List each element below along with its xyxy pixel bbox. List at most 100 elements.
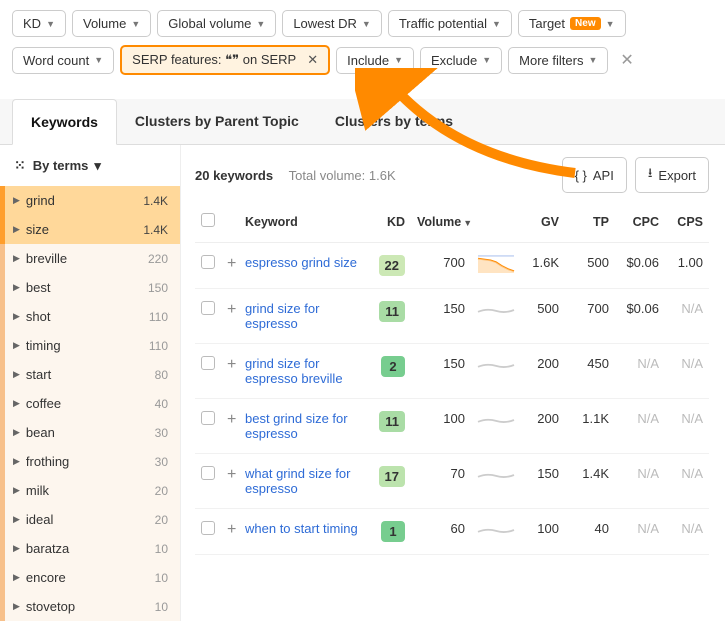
term-milk[interactable]: ▶milk20 <box>0 476 180 505</box>
chevron-right-icon: ▶ <box>13 369 20 380</box>
term-size[interactable]: ▶size1.4K <box>0 215 180 244</box>
keyword-link[interactable]: what grind size for espresso <box>245 466 351 496</box>
filter-lowest-dr[interactable]: Lowest DR▼ <box>282 10 382 37</box>
cell-cpc: N/A <box>615 344 665 399</box>
term-name: grind <box>26 193 143 208</box>
keyword-link[interactable]: best grind size for espresso <box>245 411 348 441</box>
term-best[interactable]: ▶best150 <box>0 273 180 302</box>
col-tp[interactable]: TP <box>565 203 615 243</box>
filter-label: Global volume <box>168 16 251 31</box>
cell-spark <box>471 399 515 454</box>
table-row: +when to start timing16010040N/AN/A <box>195 509 709 555</box>
total-volume: Total volume: 1.6K <box>289 168 396 183</box>
by-terms-selector[interactable]: ⁙ By terms ▾ <box>0 145 180 186</box>
expand-icon[interactable]: + <box>227 411 236 428</box>
term-baratza[interactable]: ▶baratza10 <box>0 534 180 563</box>
col-cpc[interactable]: CPC <box>615 203 665 243</box>
row-checkbox[interactable] <box>201 521 215 535</box>
term-coffee[interactable]: ▶coffee40 <box>0 389 180 418</box>
term-name: ideal <box>26 512 155 527</box>
col-gv[interactable]: GV <box>515 203 565 243</box>
by-terms-label: By terms <box>33 158 89 173</box>
keyword-link[interactable]: grind size for espresso breville <box>245 356 343 386</box>
term-bean[interactable]: ▶bean30 <box>0 418 180 447</box>
filter-target[interactable]: TargetNew▼ <box>518 10 626 37</box>
row-checkbox[interactable] <box>201 356 215 370</box>
keyword-link[interactable]: espresso grind size <box>245 255 357 270</box>
scatter-icon: ⁙ <box>14 157 27 174</box>
cell-cpc: $0.06 <box>615 289 665 344</box>
row-checkbox[interactable] <box>201 411 215 425</box>
filter-word-count[interactable]: Word count▼ <box>12 47 114 74</box>
cell-cpc: N/A <box>615 399 665 454</box>
expand-icon[interactable]: + <box>227 356 236 373</box>
filter-exclude[interactable]: Exclude▼ <box>420 47 502 74</box>
cell-spark <box>471 344 515 399</box>
chevron-right-icon: ▶ <box>13 601 20 612</box>
caret-down-icon: ▼ <box>46 19 55 29</box>
term-grind[interactable]: ▶grind1.4K <box>0 186 180 215</box>
api-button[interactable]: { } API <box>562 157 627 193</box>
tab-clusters-by-parent-topic[interactable]: Clusters by Parent Topic <box>117 99 317 144</box>
term-count: 220 <box>148 252 168 266</box>
term-shot[interactable]: ▶shot110 <box>0 302 180 331</box>
term-start[interactable]: ▶start80 <box>0 360 180 389</box>
expand-icon[interactable]: + <box>227 301 236 318</box>
keyword-link[interactable]: when to start timing <box>245 521 358 536</box>
term-encore[interactable]: ▶encore10 <box>0 563 180 592</box>
select-all-checkbox[interactable] <box>201 213 215 227</box>
term-name: best <box>26 280 148 295</box>
term-stovetop[interactable]: ▶stovetop10 <box>0 592 180 621</box>
filter-include[interactable]: Include▼ <box>336 47 414 74</box>
col-cps[interactable]: CPS <box>665 203 709 243</box>
col-volume[interactable]: Volume▼ <box>411 203 471 243</box>
filter-label: Traffic potential <box>399 16 487 31</box>
expand-icon[interactable]: + <box>227 521 236 538</box>
filter-traffic-potential[interactable]: Traffic potential▼ <box>388 10 512 37</box>
clear-filters[interactable]: ✕ <box>614 50 639 70</box>
filter-label: Word count <box>23 53 89 68</box>
expand-icon[interactable]: + <box>227 466 236 483</box>
cell-gv: 1.6K <box>515 243 565 289</box>
row-checkbox[interactable] <box>201 255 215 269</box>
sort-desc-icon: ▼ <box>463 218 472 228</box>
row-checkbox[interactable] <box>201 466 215 480</box>
keyword-link[interactable]: grind size for espresso <box>245 301 319 331</box>
chevron-right-icon: ▶ <box>13 340 20 351</box>
term-ideal[interactable]: ▶ideal20 <box>0 505 180 534</box>
tab-keywords[interactable]: Keywords <box>12 99 117 145</box>
filter-global-volume[interactable]: Global volume▼ <box>157 10 276 37</box>
cell-cpc: N/A <box>615 509 665 555</box>
caret-down-icon: ▼ <box>362 19 371 29</box>
export-button[interactable]: ⭳ Export <box>635 157 709 193</box>
braces-icon: { } <box>575 168 587 183</box>
filter-serp-features[interactable]: SERP features: ❝❞ on SERP✕ <box>120 45 330 75</box>
filter-label: Include <box>347 53 389 68</box>
cell-gv: 200 <box>515 344 565 399</box>
expand-icon[interactable]: + <box>227 255 236 272</box>
kd-pill: 17 <box>379 466 405 487</box>
row-checkbox[interactable] <box>201 301 215 315</box>
term-count: 10 <box>155 571 168 585</box>
cell-volume: 150 <box>411 289 471 344</box>
chevron-right-icon: ▶ <box>13 224 20 235</box>
filter-more-filters[interactable]: More filters▼ <box>508 47 608 74</box>
filter-kd[interactable]: KD▼ <box>12 10 66 37</box>
term-count: 20 <box>155 513 168 527</box>
term-name: stovetop <box>26 599 155 614</box>
filter-label: Exclude <box>431 53 477 68</box>
col-kd[interactable]: KD <box>369 203 411 243</box>
cell-cps: N/A <box>665 454 709 509</box>
term-count: 80 <box>155 368 168 382</box>
new-badge: New <box>570 17 601 30</box>
close-icon[interactable]: ✕ <box>307 52 318 68</box>
col-keyword[interactable]: Keyword <box>239 203 369 243</box>
filter-volume[interactable]: Volume▼ <box>72 10 151 37</box>
term-breville[interactable]: ▶breville220 <box>0 244 180 273</box>
download-icon: ⭳ <box>648 164 653 186</box>
term-name: breville <box>26 251 148 266</box>
tab-clusters-by-terms[interactable]: Clusters by terms <box>317 99 471 144</box>
term-name: baratza <box>26 541 155 556</box>
term-frothing[interactable]: ▶frothing30 <box>0 447 180 476</box>
term-timing[interactable]: ▶timing110 <box>0 331 180 360</box>
